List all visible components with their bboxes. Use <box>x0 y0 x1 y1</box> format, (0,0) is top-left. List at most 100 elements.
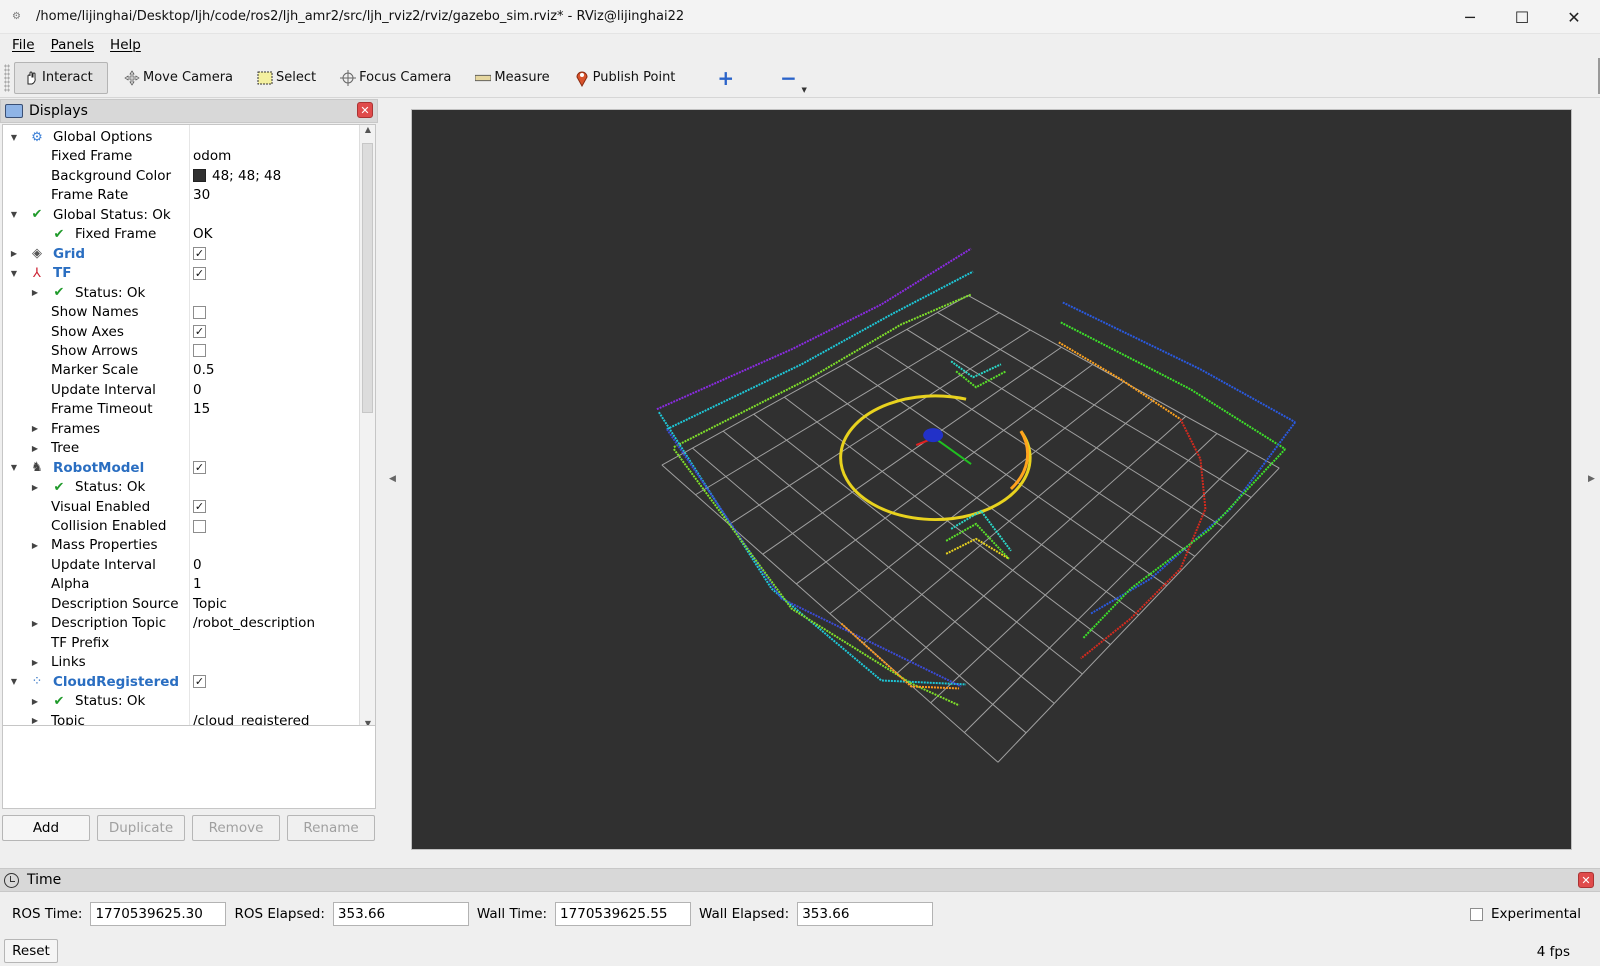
tree-row[interactable]: ▶ ✔ Status: Ok <box>3 283 361 303</box>
tree-row-value[interactable]: 0 <box>193 557 202 573</box>
interact-tool-button[interactable]: Interact <box>14 61 108 94</box>
tree-row[interactable]: Update Interval 0 <box>3 380 361 400</box>
tree-row-value[interactable]: 30 <box>193 187 210 203</box>
tree-row[interactable]: Visual Enabled ✓ <box>3 497 361 517</box>
rename-display-button[interactable]: Rename <box>287 815 375 841</box>
tree-row-value[interactable]: 1 <box>193 576 202 592</box>
enable-checkbox[interactable]: ✓ <box>193 500 206 514</box>
close-button[interactable]: ✕ <box>1548 0 1600 34</box>
enable-checkbox[interactable]: ✓ <box>193 325 206 338</box>
tree-row-value[interactable]: ✓ <box>193 675 206 689</box>
experimental-checkbox[interactable] <box>1470 907 1483 921</box>
wall-elapsed-field[interactable]: 353.66 <box>797 902 934 926</box>
tree-row[interactable]: ▶ ✔ Status: Ok <box>3 477 361 497</box>
tree-row[interactable]: TF Prefix <box>3 633 361 653</box>
expand-arrow-right-icon[interactable]: ▶ <box>30 658 40 667</box>
tree-row-value[interactable]: ✓ <box>193 325 206 338</box>
close-displays-panel-icon[interactable]: ✕ <box>357 102 373 118</box>
tree-row-value[interactable]: ✓ <box>193 247 206 261</box>
tree-row-value[interactable] <box>193 305 206 319</box>
enable-checkbox[interactable]: ✓ <box>193 675 206 689</box>
enable-checkbox[interactable]: ✓ <box>193 247 206 261</box>
menu-panels[interactable]: Panels <box>43 37 102 53</box>
tree-row[interactable]: Alpha 1 <box>3 574 361 594</box>
collapse-right-icon[interactable]: ▶ <box>1588 474 1595 484</box>
displays-scrollbar[interactable]: ▲ ▼ <box>359 125 375 733</box>
expand-arrow-down-icon[interactable]: ▼ <box>9 463 19 472</box>
remove-display-button[interactable]: Remove <box>192 815 280 841</box>
expand-arrow-down-icon[interactable]: ▼ <box>9 133 19 142</box>
enable-checkbox[interactable]: ✓ <box>193 461 206 475</box>
tree-row[interactable]: ▶ Tree <box>3 438 361 458</box>
tree-row[interactable]: Description Source Topic <box>3 594 361 614</box>
toolbar-grip[interactable] <box>4 63 10 92</box>
tree-row[interactable]: ✔ Fixed Frame OK <box>3 224 361 244</box>
menu-file[interactable]: File <box>4 37 43 53</box>
tree-row-value[interactable]: OK <box>193 226 212 242</box>
move-camera-tool-button[interactable]: Move Camera <box>116 62 241 94</box>
tree-row[interactable]: ▶ ◈ Grid ✓ <box>3 244 361 264</box>
expand-arrow-right-icon[interactable]: ▶ <box>30 716 40 725</box>
add-display-button[interactable]: Add <box>2 815 90 841</box>
tree-row[interactable]: Frame Rate 30 <box>3 185 361 205</box>
enable-checkbox[interactable] <box>193 305 206 319</box>
tree-row-value[interactable]: 0 <box>193 382 202 398</box>
expand-arrow-right-icon[interactable]: ▶ <box>9 249 19 258</box>
experimental-toggle[interactable]: Experimental <box>1470 906 1581 922</box>
expand-arrow-right-icon[interactable]: ▶ <box>30 697 40 706</box>
scroll-up-icon[interactable]: ▲ <box>360 125 375 139</box>
expand-arrow-right-icon[interactable]: ▶ <box>30 424 40 433</box>
tree-row-value[interactable]: /robot_description <box>193 615 315 631</box>
tree-row[interactable]: ▶ ✔ Status: Ok <box>3 691 361 711</box>
tree-row[interactable]: ▶ Frames <box>3 419 361 439</box>
color-swatch[interactable] <box>193 169 206 183</box>
duplicate-display-button[interactable]: Duplicate <box>97 815 185 841</box>
wall-time-field[interactable]: 1770539625.55 <box>555 902 692 926</box>
tree-row-value[interactable] <box>193 344 206 358</box>
expand-arrow-right-icon[interactable]: ▶ <box>30 288 40 297</box>
tree-row[interactable]: ▼ ⅄ TF ✓ <box>3 263 361 283</box>
enable-checkbox[interactable] <box>193 519 206 533</box>
tree-row[interactable]: ▶ Mass Properties <box>3 535 361 555</box>
tree-row[interactable]: Show Axes ✓ <box>3 322 361 342</box>
expand-arrow-down-icon[interactable]: ▼ <box>9 210 19 219</box>
tree-row[interactable]: ▼ ⚙ Global Options <box>3 127 361 147</box>
measure-tool-button[interactable]: Measure <box>467 62 557 94</box>
tree-row-value[interactable]: 15 <box>193 401 210 417</box>
3d-scene[interactable] <box>412 110 1571 849</box>
ros-elapsed-field[interactable]: 353.66 <box>332 902 469 926</box>
tree-row[interactable]: Show Names <box>3 302 361 322</box>
tree-row[interactable]: Frame Timeout 15 <box>3 399 361 419</box>
tree-row[interactable]: Background Color 48; 48; 48 <box>3 166 361 186</box>
tree-row-value[interactable]: ✓ <box>193 266 206 280</box>
tree-row-value[interactable]: ✓ <box>193 500 206 514</box>
menu-help[interactable]: Help <box>102 37 149 53</box>
publish-point-tool-button[interactable]: Publish Point <box>566 62 684 94</box>
tree-row[interactable]: Update Interval 0 <box>3 555 361 575</box>
ros-time-field[interactable]: 1770539625.30 <box>90 902 227 926</box>
tree-row-value[interactable]: 48; 48; 48 <box>193 168 281 184</box>
tree-row-value[interactable]: ✓ <box>193 461 206 475</box>
scrollbar-thumb[interactable] <box>362 143 373 413</box>
tree-row[interactable]: Show Arrows <box>3 341 361 361</box>
expand-arrow-down-icon[interactable]: ▼ <box>9 677 19 686</box>
expand-arrow-right-icon[interactable]: ▶ <box>30 619 40 628</box>
remove-tool-button[interactable]: − ▼ <box>772 62 807 94</box>
tree-row-value[interactable] <box>193 519 206 533</box>
maximize-button[interactable]: ☐ <box>1496 0 1548 34</box>
reset-button[interactable]: Reset <box>4 939 58 963</box>
tree-row[interactable]: ▼ ✔ Global Status: Ok <box>3 205 361 225</box>
expand-arrow-right-icon[interactable]: ▶ <box>30 541 40 550</box>
tree-row[interactable]: ▼ ♞ RobotModel ✓ <box>3 458 361 478</box>
tree-row[interactable]: Marker Scale 0.5 <box>3 360 361 380</box>
add-tool-button[interactable]: + <box>709 62 742 94</box>
expand-arrow-right-icon[interactable]: ▶ <box>30 483 40 492</box>
render-viewport[interactable] <box>411 109 1572 850</box>
tree-row[interactable]: ▶ Description Topic/robot_description <box>3 613 361 633</box>
minimize-button[interactable]: ─ <box>1444 0 1496 34</box>
enable-checkbox[interactable] <box>193 344 206 358</box>
select-tool-button[interactable]: Select <box>249 62 324 94</box>
collapse-left-icon[interactable]: ◀ <box>389 474 396 484</box>
expand-arrow-right-icon[interactable]: ▶ <box>30 444 40 453</box>
focus-camera-tool-button[interactable]: Focus Camera <box>332 62 459 94</box>
